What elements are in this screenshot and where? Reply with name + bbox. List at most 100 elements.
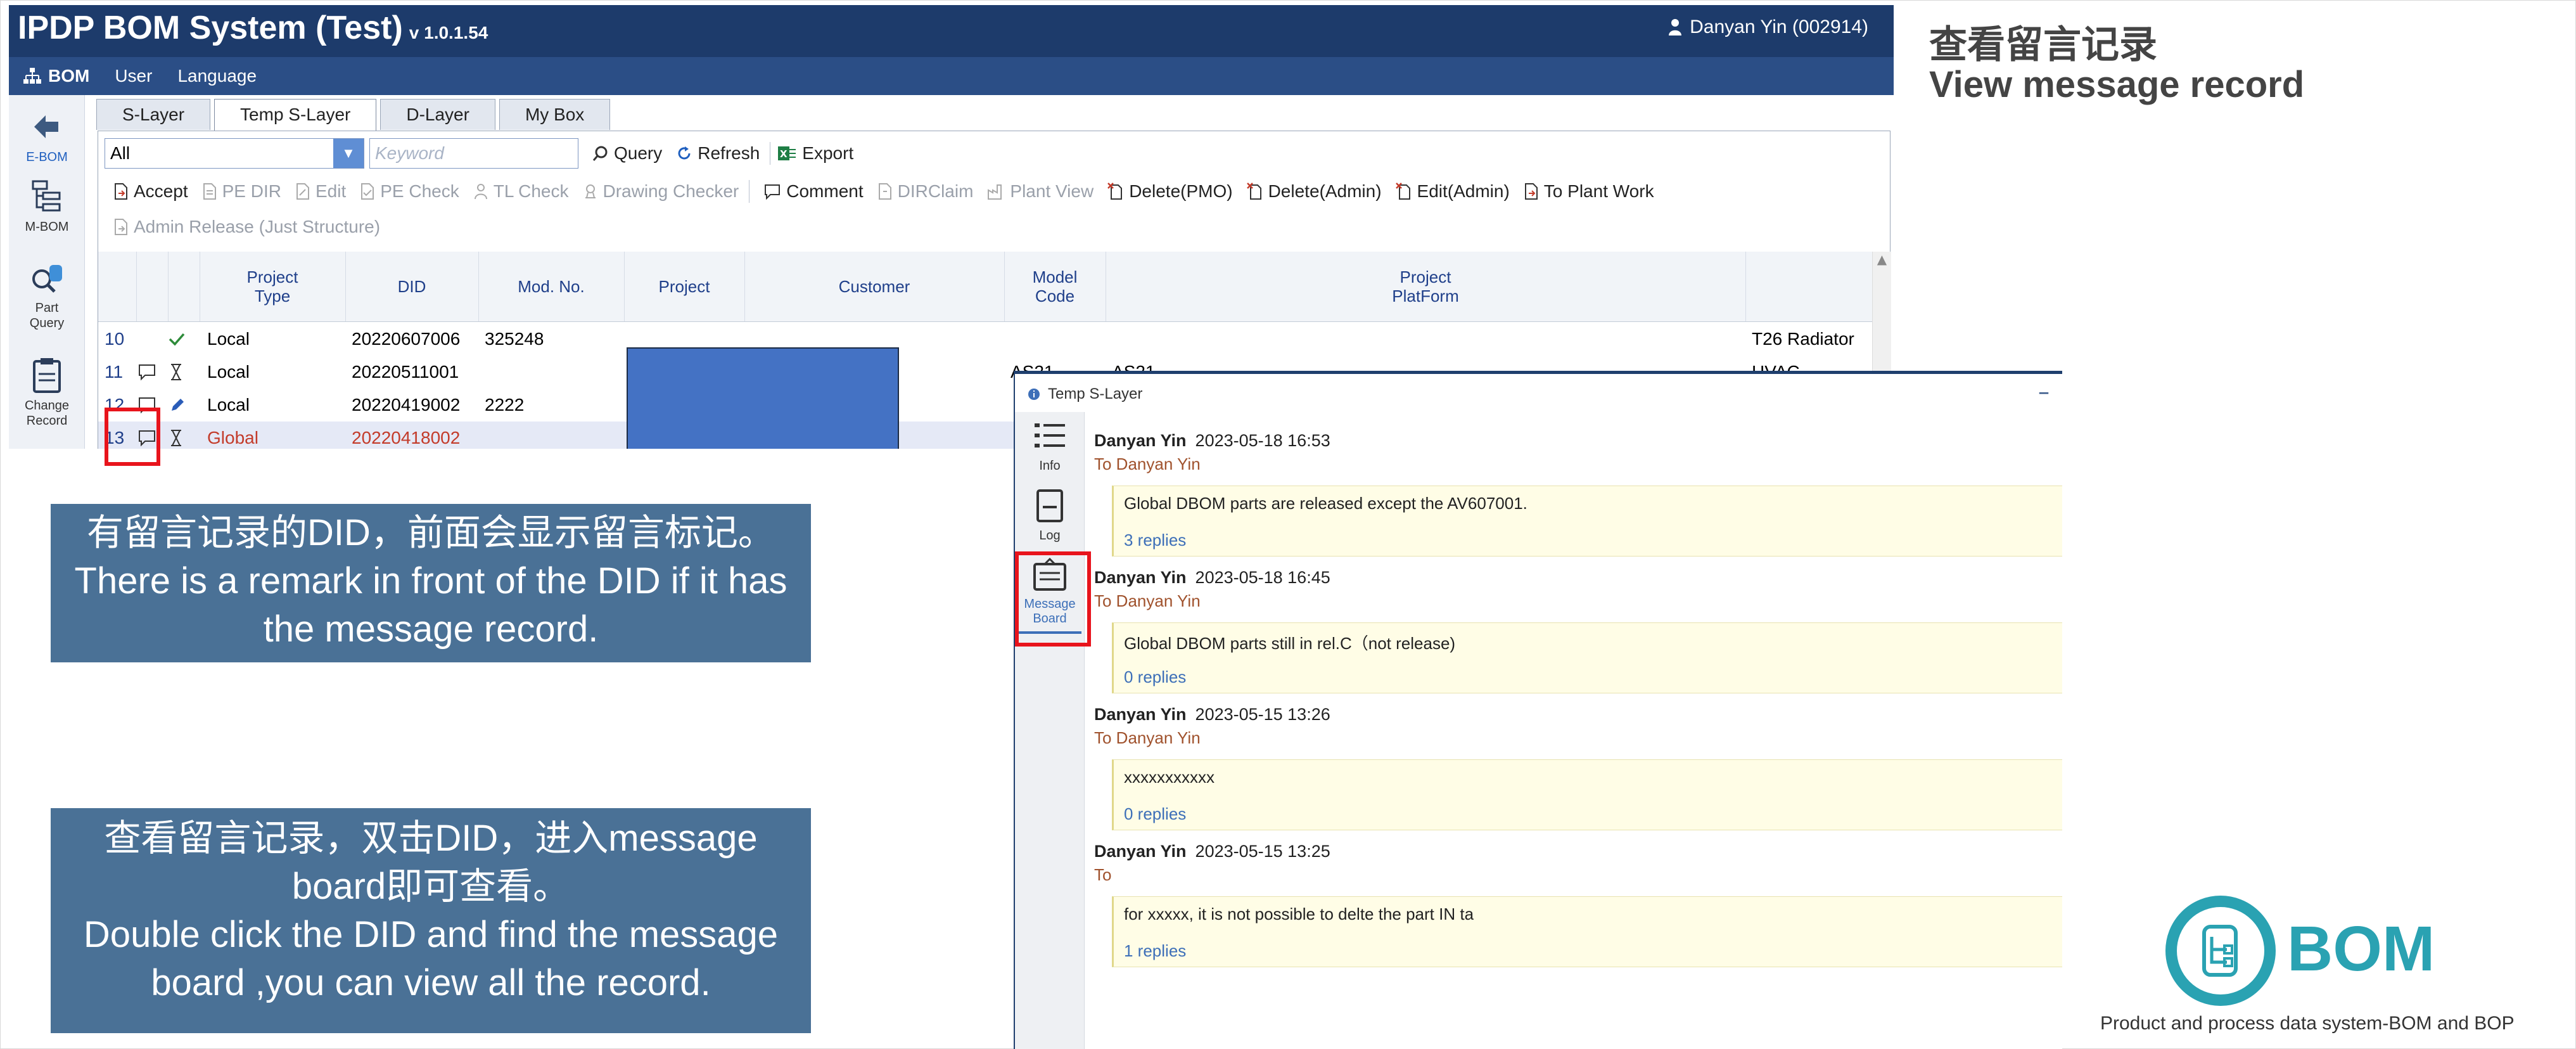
message-board-highlight <box>1015 551 1091 647</box>
hourglass-icon <box>169 422 183 449</box>
tab-temp-s-layer[interactable]: Temp S-Layer <box>214 99 377 132</box>
refresh-button[interactable]: Refresh <box>676 143 760 164</box>
admin-release-button-label: Admin Release (Just Structure) <box>134 217 381 236</box>
dirclaim-button[interactable]: DIRClaim <box>877 181 974 202</box>
message-replies-link[interactable]: 3 replies <box>1124 531 1186 550</box>
message-replies-link[interactable]: 1 replies <box>1124 941 1186 961</box>
message-time: 2023-05-15 13:25 <box>1195 842 1330 861</box>
did-cell[interactable]: 20220511001 <box>352 356 459 389</box>
plant-view-button[interactable]: Plant View <box>987 181 1094 202</box>
excel-export-icon: X <box>778 146 796 160</box>
message-replies-link[interactable]: 0 replies <box>1124 667 1186 687</box>
nav-mbom[interactable]: M-BOM <box>9 177 85 235</box>
nav-part-query-label-2: Query <box>29 316 65 330</box>
comment-button-label: Comment <box>786 181 864 201</box>
grid-header-did[interactable]: DID <box>345 252 479 321</box>
tab-s-layer[interactable]: S-Layer <box>96 99 211 130</box>
menu-bom[interactable]: BOM <box>23 66 89 86</box>
grid-header-mod-no[interactable]: Mod. No. <box>478 252 625 321</box>
message-item: Danyan Yin 2023-05-15 13:26 To Danyan Yin… <box>1094 705 2062 830</box>
message-content-box[interactable]: Global DBOM parts still in rel.C（not rel… <box>1112 622 2062 693</box>
message-time: 2023-05-15 13:26 <box>1195 705 1330 724</box>
admin-toolbar: Admin Release (Just Structure) <box>105 212 380 241</box>
ebom-icon <box>34 115 58 138</box>
delete-admin-button[interactable]: Delete(Admin) <box>1246 181 1382 202</box>
callout1-line1: 有留言记录的DID，前面会显示留言标记。 <box>87 512 775 553</box>
nav-change-record[interactable]: Change Record <box>9 356 85 428</box>
nav-change-record-label-2: Record <box>26 414 68 428</box>
minimize-button[interactable]: – <box>2038 379 2050 405</box>
search-row: All ▼ Query Refresh X Export <box>105 138 853 169</box>
edit-button-label: Edit <box>315 181 347 201</box>
slide-title-en: View message record <box>1929 64 2305 105</box>
table-row[interactable]: 10 Local 20220607006 325248 T26 Radiator <box>98 323 1872 356</box>
menu-user[interactable]: User <box>115 66 152 86</box>
menu-bar: BOM User Language <box>9 57 1894 95</box>
filter-select[interactable]: All ▼ <box>105 138 364 169</box>
keyword-input[interactable] <box>369 138 578 169</box>
message-header: Danyan Yin 2023-05-18 16:45 <box>1094 568 2062 588</box>
edit-button[interactable]: Edit <box>295 181 346 202</box>
tab-bar: S-Layer Temp S-Layer D-Layer My Box <box>85 99 614 132</box>
logo-text: BOM <box>2287 913 2435 984</box>
grid-header-customer[interactable]: Customer <box>744 252 1005 321</box>
scroll-up-arrow-icon[interactable]: ▲ <box>1873 252 1891 267</box>
message-text: Global DBOM parts are released except th… <box>1124 494 1527 513</box>
tl-check-button[interactable]: TL Check <box>473 181 569 202</box>
action-toolbar: Accept PE DIR Edit PE Check TL Check Dra… <box>105 177 1654 206</box>
message-replies-link[interactable]: 0 replies <box>1124 804 1186 824</box>
did-cell[interactable]: 20220419002 <box>352 389 460 422</box>
svg-text:X: X <box>780 148 787 160</box>
accept-button[interactable]: Accept <box>113 181 188 202</box>
drawing-checker-button[interactable]: Drawing Checker <box>583 181 739 202</box>
grid-header-platform[interactable]: Project PlatForm <box>1106 252 1746 321</box>
message-recipient: To Danyan Yin <box>1094 591 1201 610</box>
side-log-button[interactable]: Log <box>1015 488 1085 543</box>
side-log-label: Log <box>1039 529 1061 543</box>
side-info-button[interactable]: Info <box>1015 420 1085 473</box>
dirclaim-button-label: DIRClaim <box>897 181 974 201</box>
message-content-box[interactable]: Global DBOM parts are released except th… <box>1112 486 2062 557</box>
message-time: 2023-05-18 16:53 <box>1195 431 1330 450</box>
message-icon <box>137 356 156 389</box>
did-cell[interactable]: 20220607006 <box>352 323 460 356</box>
tab-my-box[interactable]: My Box <box>499 99 611 130</box>
grid-header-project-type[interactable]: Project Type <box>200 252 346 321</box>
message-author: Danyan Yin <box>1094 568 1187 587</box>
query-button-label: Query <box>614 143 663 163</box>
comment-button[interactable]: Comment <box>763 181 864 202</box>
export-button[interactable]: X Export <box>777 143 853 164</box>
mbom-icon <box>32 180 61 212</box>
delete-pmo-button[interactable]: Delete(PMO) <box>1107 181 1233 202</box>
query-button[interactable]: Query <box>592 143 662 164</box>
grid-header-project[interactable]: Project <box>624 252 745 321</box>
nav-ebom[interactable]: E-BOM <box>9 108 85 165</box>
grid-header-model-code[interactable]: Model Code <box>1004 252 1106 321</box>
project-type: Local <box>207 395 250 415</box>
user-area[interactable]: Danyan Yin (002914) <box>1668 16 1868 38</box>
app-title: IPDP BOM System (Test) v 1.0.1.54 <box>18 9 488 47</box>
nav-part-query[interactable]: Part Query <box>9 261 85 331</box>
sitemap-icon <box>23 68 41 84</box>
clipboard-icon <box>33 358 61 393</box>
message-item: Danyan Yin 2023-05-18 16:53 To Danyan Yin… <box>1094 431 2062 557</box>
admin-release-button[interactable]: Admin Release (Just Structure) <box>113 217 380 237</box>
stamp-icon <box>585 184 596 198</box>
edit-admin-button[interactable]: Edit(Admin) <box>1395 181 1510 202</box>
to-plant-work-button[interactable]: To Plant Work <box>1524 181 1654 202</box>
message-window-sidebar: Info Log Message Board <box>1015 412 1085 1049</box>
header-platform-1: Project <box>1400 267 1451 286</box>
pe-dir-button[interactable]: PE DIR <box>202 181 281 202</box>
message-content-box[interactable]: for xxxxx, it is not possible to delte t… <box>1112 896 2062 967</box>
part-query-icon <box>32 265 62 293</box>
user-icon <box>1669 19 1682 35</box>
menu-language[interactable]: Language <box>177 66 257 86</box>
slide-title-cn: 查看留言记录 <box>1929 23 2157 67</box>
did-cell[interactable]: 20220418002 <box>352 422 460 449</box>
pe-check-button[interactable]: PE Check <box>360 181 459 202</box>
message-window-title-text: Temp S-Layer <box>1048 385 1143 402</box>
tab-d-layer[interactable]: D-Layer <box>380 99 495 130</box>
mod-no-cell: 2222 <box>485 395 525 415</box>
chevron-down-icon[interactable]: ▼ <box>333 139 364 168</box>
message-content-box[interactable]: xxxxxxxxxxx 0 replies <box>1112 759 2062 830</box>
